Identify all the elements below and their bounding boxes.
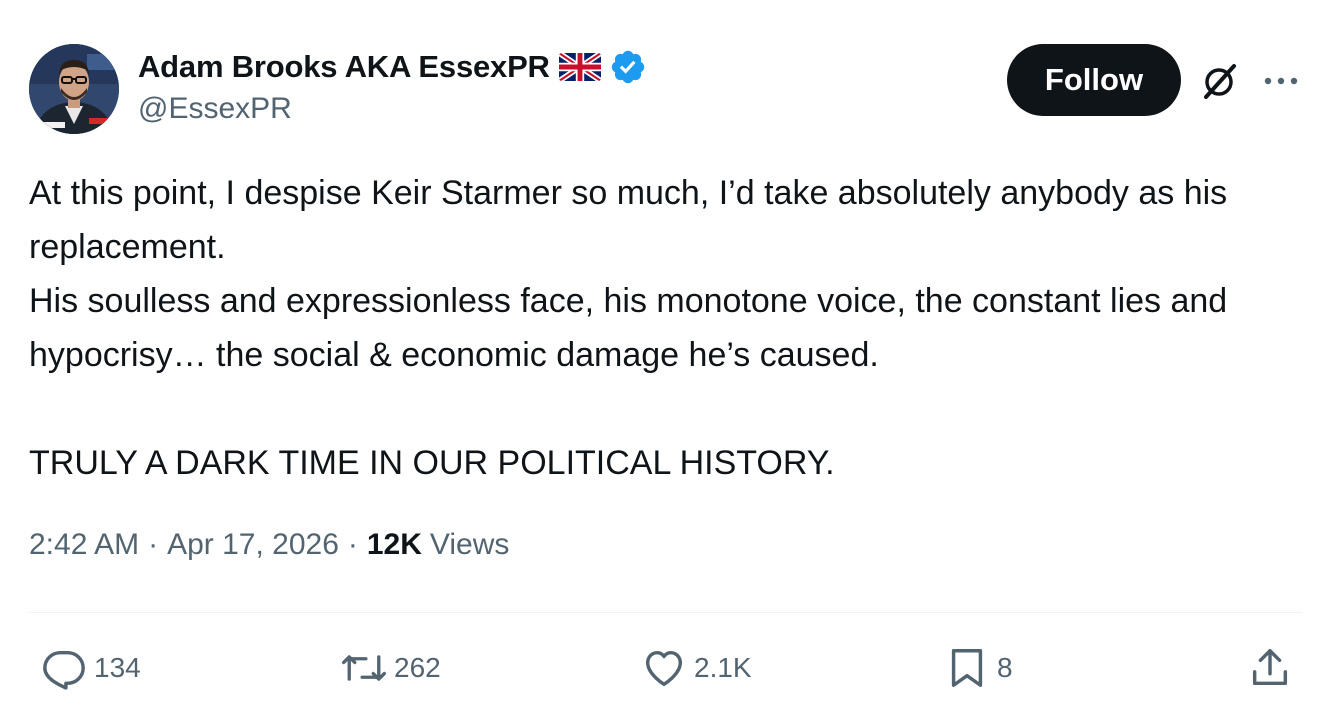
tweet-blank-line: [29, 382, 1314, 436]
repost-icon: [340, 644, 388, 692]
divider: [29, 612, 1302, 613]
bookmark-count: 8: [997, 652, 1013, 683]
tweet-text: At this point, I despise Keir Starmer so…: [29, 166, 1314, 490]
tweet-line: TRULY A DARK TIME IN OUR POLITICAL HISTO…: [29, 444, 835, 482]
avatar[interactable]: [29, 44, 119, 134]
verified-badge-icon[interactable]: [609, 48, 647, 86]
tweet-line: His soulless and expressionless face, hi…: [29, 282, 1228, 374]
share-icon: [1246, 644, 1294, 692]
heart-icon: [640, 644, 688, 692]
like-button[interactable]: 2.1K: [640, 642, 752, 694]
meta-separator: ·: [148, 528, 159, 561]
more-dots-icon[interactable]: [1258, 58, 1304, 104]
tweet-time[interactable]: 2:42 AM: [29, 528, 139, 562]
author-display-name[interactable]: Adam Brooks AKA EssexPR: [138, 49, 550, 85]
meta-separator: ·: [347, 528, 358, 561]
follow-button[interactable]: Follow: [1007, 44, 1181, 116]
tweet-line: At this point, I despise Keir Starmer so…: [29, 174, 1228, 266]
bookmark-button[interactable]: 8: [943, 642, 1013, 694]
views-count[interactable]: 12K: [367, 528, 422, 562]
repost-count: 262: [394, 652, 441, 683]
reply-count: 134: [94, 652, 141, 683]
grok-icon[interactable]: [1197, 58, 1243, 104]
tweet-meta: 2:42 AM · Apr 17, 2026 · 12K Views: [29, 528, 509, 562]
author-name-row: Adam Brooks AKA EssexPR: [138, 46, 647, 88]
share-button[interactable]: [1246, 642, 1294, 694]
author-handle[interactable]: @EssexPR: [138, 92, 292, 126]
reply-icon: [40, 644, 88, 692]
bookmark-icon: [943, 644, 991, 692]
tweet-date[interactable]: Apr 17, 2026: [167, 528, 339, 562]
reply-button[interactable]: 134: [40, 642, 141, 694]
tweet-card: Adam Brooks AKA EssexPR @EssexPR Follow: [0, 0, 1337, 716]
avatar-image: [29, 44, 119, 134]
views-label[interactable]: Views: [430, 528, 509, 562]
repost-button[interactable]: 262: [340, 642, 441, 694]
like-count: 2.1K: [694, 652, 752, 683]
uk-flag-icon: [558, 52, 601, 82]
